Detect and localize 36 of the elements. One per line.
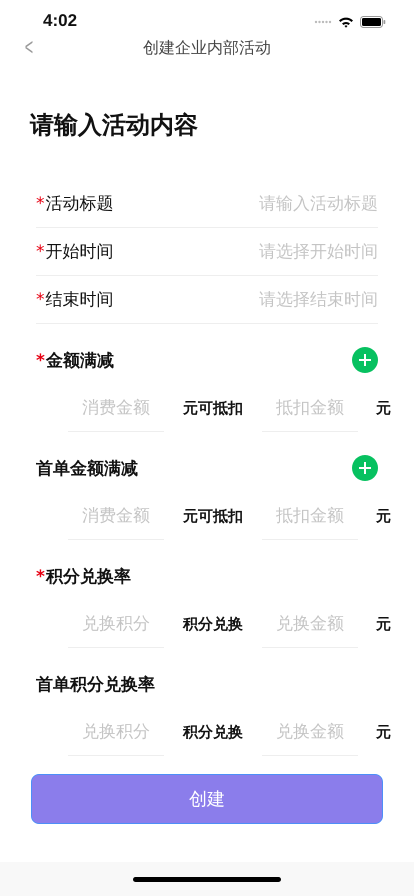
- section-title: 首单金额满减: [36, 458, 138, 480]
- input-field[interactable]: 请选择结束时间: [218, 290, 378, 310]
- unit-label: 元可抵扣: [182, 398, 244, 418]
- input-field[interactable]: 兑换金额: [262, 600, 358, 648]
- unit-label: 元: [376, 398, 391, 418]
- add-icon[interactable]: [352, 347, 378, 373]
- battery-icon: [360, 16, 386, 28]
- unit-label: 积分兑换: [182, 614, 244, 634]
- unit-label: 元可抵扣: [182, 506, 244, 526]
- form-heading: 请输入活动内容: [30, 110, 199, 140]
- input-field[interactable]: 兑换金额: [262, 708, 358, 756]
- input-field[interactable]: 兑换积分: [68, 708, 164, 756]
- field-label: *活动标题: [36, 193, 114, 215]
- section-title: *积分兑换率: [36, 566, 131, 588]
- unit-label: 积分兑换: [182, 722, 244, 742]
- unit-label: 元: [376, 614, 391, 634]
- page-title: 创建企业内部活动: [143, 38, 271, 58]
- status-time: 4:02: [43, 11, 78, 31]
- unit-label: 元: [376, 722, 391, 742]
- add-icon[interactable]: [352, 455, 378, 481]
- signal-icon: [314, 20, 332, 24]
- input-field[interactable]: 请输入活动标题: [218, 194, 378, 214]
- create-button[interactable]: 创建: [31, 774, 383, 824]
- back-button[interactable]: <: [24, 34, 34, 62]
- input-field[interactable]: 抵扣金额: [262, 492, 358, 540]
- input-field[interactable]: 兑换积分: [68, 600, 164, 648]
- field-label: *结束时间: [36, 289, 114, 311]
- section-title: 首单积分兑换率: [36, 674, 155, 696]
- section-title: *金额满减: [36, 350, 114, 372]
- input-field[interactable]: 消费金额: [68, 492, 164, 540]
- wifi-icon: [338, 16, 354, 28]
- unit-label: 元: [376, 506, 391, 526]
- input-field[interactable]: 抵扣金额: [262, 384, 358, 432]
- input-field[interactable]: 请选择开始时间: [218, 242, 378, 262]
- input-field[interactable]: 消费金额: [68, 384, 164, 432]
- field-label: *开始时间: [36, 241, 114, 263]
